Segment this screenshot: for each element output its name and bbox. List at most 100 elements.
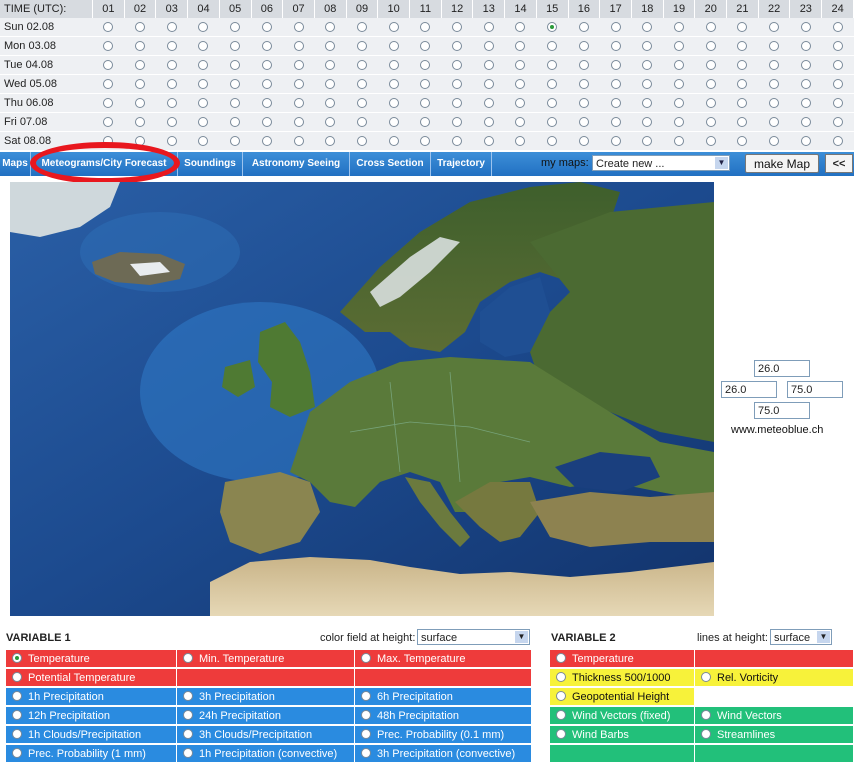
variable-radio[interactable] — [183, 653, 193, 663]
time-radio[interactable] — [198, 117, 209, 128]
time-radio[interactable] — [261, 60, 272, 71]
time-radio[interactable] — [578, 22, 589, 33]
time-radio[interactable] — [293, 98, 304, 109]
time-radio[interactable] — [800, 22, 811, 33]
time-radio[interactable] — [737, 79, 748, 90]
time-radio[interactable] — [261, 136, 272, 147]
time-radio[interactable] — [230, 136, 241, 147]
collapse-button[interactable]: << — [825, 154, 853, 173]
time-radio[interactable] — [800, 98, 811, 109]
time-radio[interactable] — [230, 60, 241, 71]
time-radio[interactable] — [547, 136, 558, 147]
time-radio[interactable] — [515, 22, 526, 33]
time-radio[interactable] — [515, 98, 526, 109]
time-radio[interactable] — [578, 41, 589, 52]
time-radio[interactable] — [483, 117, 494, 128]
time-radio[interactable] — [674, 117, 684, 128]
variable-option[interactable]: Temperature — [6, 650, 177, 668]
time-radio[interactable] — [135, 22, 146, 33]
time-radio[interactable] — [642, 136, 653, 147]
time-radio[interactable] — [832, 41, 843, 52]
time-radio[interactable] — [166, 22, 177, 33]
variable-option[interactable]: 3h Clouds/Precipitation — [177, 726, 355, 744]
time-radio[interactable] — [832, 79, 843, 90]
variable-radio[interactable] — [701, 710, 711, 720]
time-radio[interactable] — [674, 41, 684, 52]
variable-option[interactable]: Potential Temperature — [6, 669, 177, 687]
tab-cross-section[interactable]: Cross Section — [350, 152, 431, 176]
time-radio[interactable] — [800, 79, 811, 90]
time-radio[interactable] — [705, 117, 716, 128]
variable-radio[interactable] — [183, 729, 193, 739]
variable-option[interactable]: 48h Precipitation — [355, 707, 532, 725]
south-input[interactable]: 75.0 — [754, 402, 810, 419]
time-radio[interactable] — [103, 60, 114, 71]
time-radio[interactable] — [547, 22, 558, 33]
europe-satellite-map[interactable] — [10, 182, 714, 616]
variable-radio[interactable] — [361, 748, 371, 758]
time-radio[interactable] — [293, 79, 304, 90]
time-radio[interactable] — [483, 41, 494, 52]
time-radio[interactable] — [293, 41, 304, 52]
variable-radio[interactable] — [183, 710, 193, 720]
time-radio[interactable] — [388, 98, 399, 109]
time-radio[interactable] — [356, 98, 367, 109]
time-radio[interactable] — [452, 22, 463, 33]
variable-option[interactable]: 1h Precipitation (convective) — [177, 745, 355, 763]
variable-radio[interactable] — [556, 691, 566, 701]
time-radio[interactable] — [642, 41, 653, 52]
time-radio[interactable] — [135, 117, 146, 128]
time-radio[interactable] — [610, 79, 621, 90]
north-input[interactable]: 26.0 — [754, 360, 810, 377]
time-radio[interactable] — [483, 136, 494, 147]
time-radio[interactable] — [515, 60, 526, 71]
time-radio[interactable] — [135, 60, 146, 71]
time-radio[interactable] — [832, 98, 843, 109]
time-radio[interactable] — [420, 117, 431, 128]
time-radio[interactable] — [769, 41, 780, 52]
time-radio[interactable] — [198, 79, 209, 90]
time-radio[interactable] — [737, 41, 748, 52]
time-radio[interactable] — [420, 60, 431, 71]
time-radio[interactable] — [515, 136, 526, 147]
time-radio[interactable] — [737, 22, 748, 33]
variable-radio[interactable] — [183, 748, 193, 758]
time-radio[interactable] — [135, 98, 146, 109]
time-radio[interactable] — [578, 98, 589, 109]
time-radio[interactable] — [135, 41, 146, 52]
variable-option[interactable]: Wind Barbs — [550, 726, 695, 744]
time-radio[interactable] — [737, 98, 748, 109]
variable-radio[interactable] — [556, 653, 566, 663]
variable-option[interactable]: Thickness 500/1000 — [550, 669, 695, 687]
time-radio[interactable] — [166, 60, 177, 71]
time-radio[interactable] — [483, 98, 494, 109]
time-radio[interactable] — [230, 79, 241, 90]
time-radio[interactable] — [230, 41, 241, 52]
time-radio[interactable] — [515, 79, 526, 90]
time-radio[interactable] — [293, 136, 304, 147]
variable-radio[interactable] — [361, 729, 371, 739]
time-radio[interactable] — [705, 22, 716, 33]
time-radio[interactable] — [103, 79, 114, 90]
time-radio[interactable] — [452, 41, 463, 52]
time-radio[interactable] — [642, 60, 653, 71]
variable-option[interactable]: 1h Clouds/Precipitation — [6, 726, 177, 744]
time-radio[interactable] — [610, 98, 621, 109]
time-radio[interactable] — [293, 22, 304, 33]
time-radio[interactable] — [705, 98, 716, 109]
time-radio[interactable] — [261, 41, 272, 52]
time-radio[interactable] — [832, 22, 843, 33]
time-radio[interactable] — [769, 117, 780, 128]
time-radio[interactable] — [198, 98, 209, 109]
time-radio[interactable] — [388, 117, 399, 128]
time-radio[interactable] — [737, 136, 748, 147]
time-radio[interactable] — [547, 60, 558, 71]
variable-option[interactable]: 1h Precipitation — [6, 688, 177, 706]
variable-option[interactable]: Max. Temperature — [355, 650, 532, 668]
time-radio[interactable] — [832, 117, 843, 128]
time-radio[interactable] — [800, 41, 811, 52]
time-radio[interactable] — [388, 136, 399, 147]
time-radio[interactable] — [261, 98, 272, 109]
variable-option[interactable]: Prec. Probability (0.1 mm) — [355, 726, 532, 744]
time-radio[interactable] — [452, 117, 463, 128]
